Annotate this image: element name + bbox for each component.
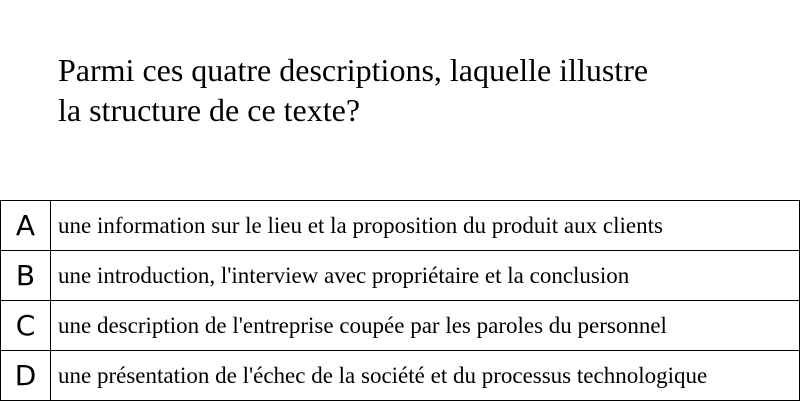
- option-letter: A: [0, 200, 51, 251]
- option-row-a[interactable]: A une information sur le lieu et la prop…: [0, 200, 800, 251]
- option-row-d[interactable]: D une présentation de l'échec de la soci…: [0, 350, 800, 401]
- question-line-1: Parmi ces quatre descriptions, laquelle …: [58, 52, 649, 88]
- option-letter: C: [0, 300, 51, 351]
- option-text: une information sur le lieu et la propos…: [50, 200, 800, 251]
- option-letter: D: [0, 350, 51, 401]
- option-text: une présentation de l'échec de la sociét…: [50, 350, 800, 401]
- option-text: une description de l'entreprise coupée p…: [50, 300, 800, 351]
- option-row-c[interactable]: C une description de l'entreprise coupée…: [0, 300, 800, 351]
- options-table: A une information sur le lieu et la prop…: [0, 200, 800, 401]
- option-text: une introduction, l'interview avec propr…: [50, 250, 800, 301]
- question-text: Parmi ces quatre descriptions, laquelle …: [58, 50, 758, 130]
- option-row-b[interactable]: B une introduction, l'interview avec pro…: [0, 250, 800, 301]
- question-line-2: la structure de ce texte?: [58, 92, 361, 128]
- option-letter: B: [0, 250, 51, 301]
